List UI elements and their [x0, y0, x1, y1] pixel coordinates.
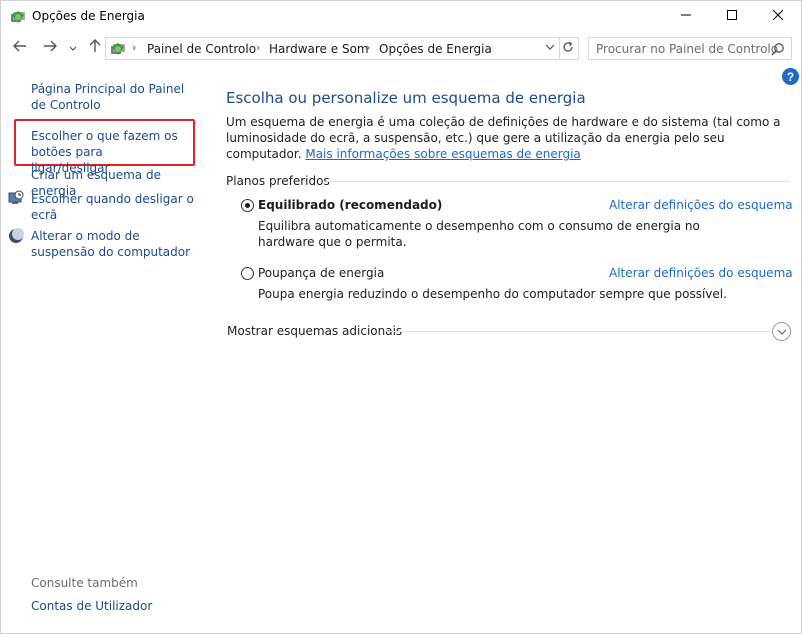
arrow-right-icon	[43, 40, 57, 56]
breadcrumb-control-panel[interactable]: Painel de Controlo	[147, 42, 256, 56]
plan-power-saver-radio[interactable]	[241, 267, 254, 280]
main-content: Escolha ou personalize um esquema de ene…	[206, 64, 801, 634]
plan-balanced-change-link[interactable]: Alterar definições do esquema	[609, 198, 793, 212]
plan-balanced-radio[interactable]	[241, 199, 254, 212]
arrow-up-icon	[89, 39, 101, 57]
minimize-button[interactable]	[663, 1, 709, 31]
address-bar[interactable]: › Painel de Controlo › Hardware e Som › …	[105, 37, 560, 60]
chevron-right-icon: ›	[256, 41, 261, 54]
page-title: Escolha ou personalize um esquema de ene…	[226, 89, 586, 107]
plan-power-saver-name[interactable]: Poupança de energia	[258, 266, 384, 280]
search-icon[interactable]	[771, 42, 785, 56]
breadcrumb-power-options[interactable]: Opções de Energia	[379, 42, 492, 56]
maximize-icon	[727, 9, 737, 23]
plan-balanced-name[interactable]: Equilibrado (recomendado)	[258, 198, 442, 212]
plan-power-saver-change-link[interactable]: Alterar definições do esquema	[609, 266, 793, 280]
minimize-icon	[681, 9, 691, 23]
sidebar: Página Principal do Painel de Controlo E…	[1, 64, 206, 634]
see-also-title: Consulte também	[31, 576, 138, 590]
power-options-window: Opções de Energia › Painel de Controlo ›…	[0, 0, 802, 634]
refresh-icon	[562, 41, 574, 57]
navigation-bar: › Painel de Controlo › Hardware e Som › …	[1, 34, 801, 64]
up-button[interactable]	[86, 39, 104, 57]
close-button[interactable]	[755, 1, 801, 31]
show-more-plans-label[interactable]: Mostrar esquemas adicionais	[227, 324, 402, 338]
refresh-button[interactable]	[557, 37, 579, 60]
search-placeholder: Procurar no Painel de Controlo	[596, 42, 779, 56]
chevron-right-icon: ›	[366, 41, 371, 54]
page-description: Um esquema de energia é uma coleção de d…	[226, 114, 791, 162]
see-also-user-accounts-link[interactable]: Contas de Utilizador	[31, 599, 152, 613]
more-info-link[interactable]: Mais informações sobre esquemas de energ…	[305, 147, 580, 161]
monitor-clock-icon	[8, 190, 24, 206]
maximize-button[interactable]	[709, 1, 755, 31]
plan-power-saver-description: Poupa energia reduzindo o desempenho do …	[258, 287, 727, 301]
expand-chevron-icon[interactable]	[772, 322, 791, 341]
section-divider	[326, 181, 790, 182]
sidebar-item-display-off[interactable]: Escolher quando desligar o ecrã	[31, 191, 196, 223]
sidebar-item-sleep-mode[interactable]: Alterar o modo de suspensão do computado…	[31, 228, 201, 260]
title-bar: Opções de Energia	[1, 1, 801, 32]
window-title: Opções de Energia	[32, 9, 145, 23]
power-options-icon	[110, 41, 126, 57]
address-dropdown-button[interactable]	[543, 42, 557, 56]
forward-button[interactable]	[41, 39, 59, 57]
search-input[interactable]: Procurar no Painel de Controlo	[588, 37, 792, 60]
power-options-icon	[10, 9, 26, 25]
breadcrumb-hardware-sound[interactable]: Hardware e Som	[269, 42, 369, 56]
arrow-left-icon	[13, 40, 27, 56]
chevron-right-icon: ›	[132, 41, 137, 54]
close-icon	[772, 9, 784, 23]
show-more-divider	[387, 331, 770, 332]
moon-icon	[8, 228, 24, 244]
sidebar-home-link[interactable]: Página Principal do Painel de Controlo	[31, 81, 201, 113]
chevron-down-icon	[69, 40, 77, 56]
back-button[interactable]	[11, 39, 29, 57]
plan-balanced-description: Equilibra automaticamente o desempenho c…	[258, 219, 700, 249]
recent-locations-button[interactable]	[67, 39, 79, 57]
preferred-plans-label: Planos preferidos	[226, 174, 330, 188]
